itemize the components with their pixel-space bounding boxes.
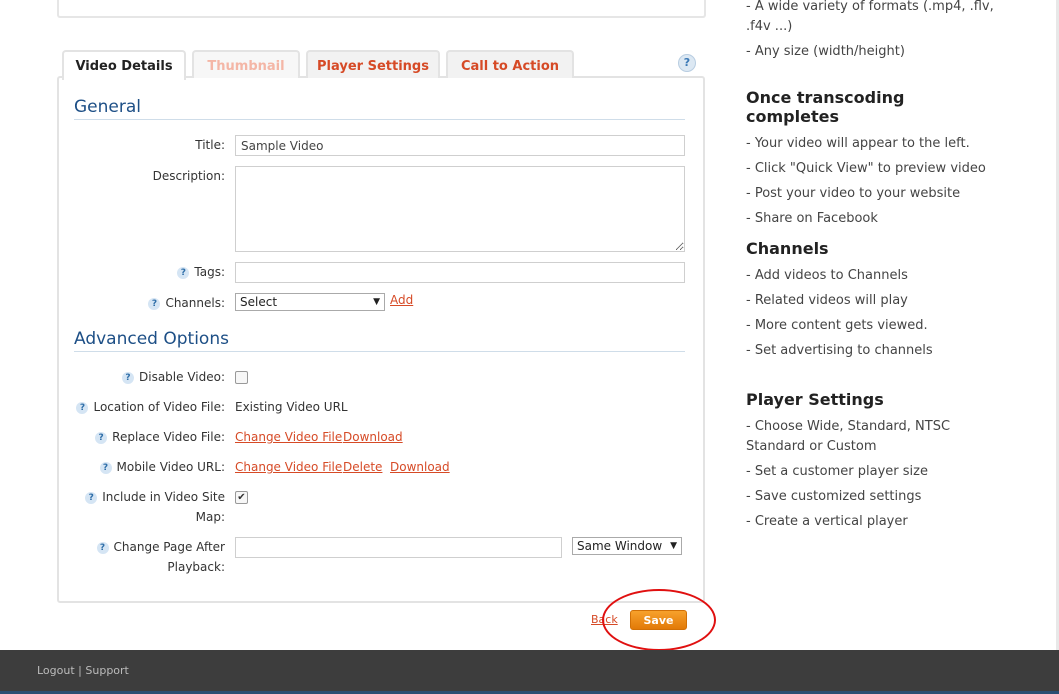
replace-download-link[interactable]: Download bbox=[343, 430, 403, 444]
sidebar-section-transcoding: Once transcoding completes - Your video … bbox=[746, 88, 998, 234]
support-link[interactable]: Support bbox=[85, 664, 128, 677]
mobile-download-link[interactable]: Download bbox=[390, 460, 450, 474]
tags-label: Tags: bbox=[194, 265, 225, 279]
divider bbox=[74, 351, 685, 352]
general-heading: General bbox=[74, 97, 141, 117]
replace-change-video-link[interactable]: Change Video File bbox=[235, 430, 342, 444]
disable-video-checkbox[interactable] bbox=[235, 371, 248, 384]
sidebar-section-channels: Channels - Add videos to Channels - Rela… bbox=[746, 239, 998, 366]
change-page-label-line1: Change Page After bbox=[113, 540, 225, 554]
channels-label: Channels: bbox=[165, 296, 225, 310]
footer: Logout | Support bbox=[0, 650, 1059, 694]
help-icon[interactable]: ? bbox=[96, 542, 109, 554]
mobile-label: Mobile Video URL: bbox=[116, 460, 225, 474]
title-input[interactable] bbox=[235, 135, 685, 156]
channels-label-row: ? Channels: bbox=[148, 296, 225, 310]
sidebar-item: - Choose Wide, Standard, NTSC Standard o… bbox=[746, 419, 951, 454]
description-textarea[interactable] bbox=[235, 166, 685, 252]
sidebar-item: - Share on Facebook bbox=[746, 211, 878, 226]
help-icon[interactable]: ? bbox=[76, 402, 89, 414]
sidebar-item: - Save customized settings bbox=[746, 489, 922, 504]
change-page-label-line2: Playback: bbox=[167, 560, 225, 574]
sidebar-item: - Post your video to your website bbox=[746, 186, 961, 201]
window-target-selected: Same Window bbox=[577, 539, 663, 553]
window-target-select[interactable]: Same Window ▼ bbox=[572, 537, 682, 555]
footer-links: Logout | Support bbox=[37, 664, 129, 677]
sitemap-label-line2: Map: bbox=[195, 510, 225, 524]
chevron-down-icon: ▼ bbox=[670, 541, 677, 551]
help-icon[interactable]: ? bbox=[148, 298, 161, 310]
tab-call-to-action[interactable]: Call to Action bbox=[446, 50, 574, 78]
change-page-url-input[interactable] bbox=[235, 537, 562, 558]
sitemap-label-line1: Include in Video Site bbox=[102, 490, 225, 504]
sidebar-item: - Click "Quick View" to preview video bbox=[746, 161, 986, 176]
chevron-down-icon: ▼ bbox=[373, 297, 380, 307]
sidebar-section-title: Player Settings bbox=[746, 390, 884, 409]
replace-label-row: ? Replace Video File: bbox=[95, 430, 225, 444]
location-value: Existing Video URL bbox=[235, 400, 348, 414]
mobile-label-row: ? Mobile Video URL: bbox=[99, 460, 225, 474]
help-icon[interactable]: ? bbox=[122, 372, 134, 384]
location-label: Location of Video File: bbox=[93, 400, 225, 414]
location-label-row: ? Location of Video File: bbox=[76, 400, 225, 414]
mobile-delete-link[interactable]: Delete bbox=[343, 460, 382, 474]
sidebar-item: - Set a customer player size bbox=[746, 464, 928, 479]
sidebar-item: - A wide variety of formats (.mp4, .flv,… bbox=[746, 0, 994, 34]
disable-video-label-row: ? Disable Video: bbox=[122, 370, 225, 384]
back-link[interactable]: Back bbox=[591, 613, 618, 626]
tags-input[interactable] bbox=[235, 262, 685, 283]
sidebar-item: - Set advertising to channels bbox=[746, 343, 933, 358]
help-icon[interactable]: ? bbox=[99, 462, 112, 474]
save-button[interactable]: Save bbox=[630, 610, 687, 630]
sidebar-item: - More content gets viewed. bbox=[746, 318, 928, 333]
divider bbox=[74, 119, 685, 120]
sitemap-checkbox[interactable]: ✔ bbox=[235, 491, 248, 504]
sidebar-section-title: Once transcoding completes bbox=[746, 88, 905, 126]
upload-panel-bottom bbox=[57, 0, 706, 18]
tab-video-details[interactable]: Video Details bbox=[62, 50, 186, 80]
sidebar-item: - Your video will appear to the left. bbox=[746, 136, 970, 151]
add-channel-link[interactable]: Add bbox=[390, 293, 413, 307]
sitemap-label-row: ? Include in Video Site bbox=[85, 490, 225, 504]
mobile-change-video-link[interactable]: Change Video File bbox=[235, 460, 342, 474]
sidebar-item: - Any size (width/height) bbox=[746, 44, 905, 59]
sidebar-item: - Create a vertical player bbox=[746, 514, 908, 529]
sidebar-formats: - A wide variety of formats (.mp4, .flv,… bbox=[746, 0, 998, 67]
sidebar-item: - Related videos will play bbox=[746, 293, 908, 308]
sidebar-section-title: Channels bbox=[746, 239, 829, 258]
tab-player-settings[interactable]: Player Settings bbox=[306, 50, 440, 78]
help-icon[interactable]: ? bbox=[177, 267, 190, 279]
advanced-options-heading: Advanced Options bbox=[74, 329, 229, 349]
help-icon[interactable]: ? bbox=[678, 54, 696, 72]
channels-select[interactable]: Select ▼ bbox=[235, 293, 385, 311]
disable-video-label: Disable Video: bbox=[139, 370, 225, 384]
title-label: Title: bbox=[195, 138, 225, 152]
replace-label: Replace Video File: bbox=[112, 430, 225, 444]
logout-link[interactable]: Logout bbox=[37, 664, 75, 677]
footer-separator: | bbox=[78, 664, 82, 677]
tab-thumbnail[interactable]: Thumbnail bbox=[192, 50, 300, 78]
help-icon[interactable]: ? bbox=[95, 432, 108, 444]
sidebar-section-player-settings: Player Settings - Choose Wide, Standard,… bbox=[746, 390, 998, 537]
tags-label-row: ? Tags: bbox=[177, 265, 225, 279]
sidebar-item: - Add videos to Channels bbox=[746, 268, 908, 283]
help-icon[interactable]: ? bbox=[85, 492, 98, 504]
channels-selected: Select bbox=[240, 295, 278, 309]
change-page-label-row: ? Change Page After bbox=[96, 540, 225, 554]
description-label: Description: bbox=[152, 169, 225, 183]
